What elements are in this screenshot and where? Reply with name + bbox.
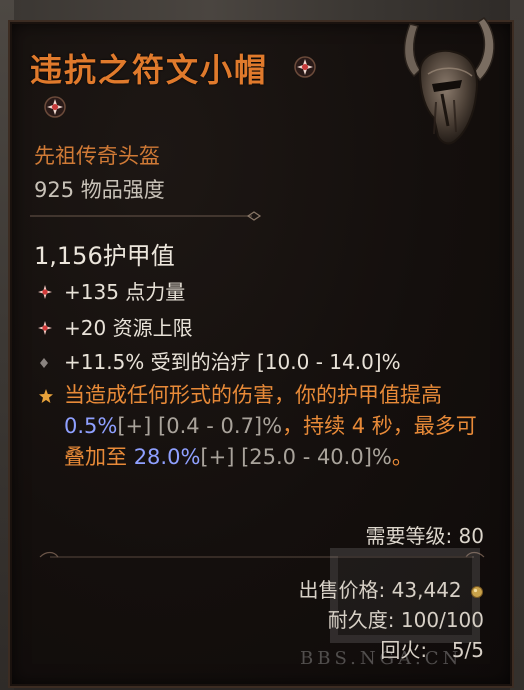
red-star-icon bbox=[38, 280, 64, 304]
aspect-value-1: 0.5% bbox=[64, 414, 118, 438]
affix-text: +135 点力量 bbox=[64, 280, 186, 304]
affix-text: +11.5% 受到的治疗 [10.0 - 14.0]% bbox=[64, 350, 401, 374]
aspect-value-2: 28.0% bbox=[133, 445, 201, 469]
durability-value: 100/100 bbox=[400, 608, 484, 632]
affix-line: +11.5% 受到的治疗 [10.0 - 14.0]% bbox=[38, 346, 401, 375]
required-level: 需要等级: 80 bbox=[365, 524, 484, 548]
affix-line: +135 点力量 bbox=[38, 276, 185, 305]
item-power: 925 物品强度 bbox=[34, 178, 165, 202]
sell-price: 出售价格: 43,442 bbox=[299, 574, 484, 604]
sell-price-value: 43,442 bbox=[391, 578, 462, 602]
armor-value: 1,156护甲值 bbox=[34, 242, 175, 270]
item-type: 先祖传奇头盔 bbox=[34, 144, 160, 168]
affix-line: +20 资源上限 bbox=[38, 312, 193, 341]
helm-icon bbox=[403, 17, 495, 145]
orange-star-icon bbox=[38, 382, 54, 413]
socket-gem-icon bbox=[44, 96, 66, 118]
affix-text: +20 资源上限 bbox=[64, 316, 193, 340]
durability-label: 耐久度: bbox=[327, 608, 395, 632]
gold-coin-icon bbox=[470, 580, 484, 604]
watermark: BBS.NGA.CN bbox=[300, 648, 463, 669]
aspect-range-2: [+] [25.0 - 40.0]% bbox=[200, 445, 392, 469]
divider bbox=[30, 211, 262, 221]
durability: 耐久度: 100/100 bbox=[328, 604, 484, 633]
red-star-icon bbox=[38, 316, 64, 340]
item-name: 违抗之符文小帽 bbox=[30, 51, 269, 89]
sell-price-label: 出售价格: bbox=[298, 578, 386, 602]
socket-gem-icon bbox=[294, 56, 316, 78]
grey-diamond-icon bbox=[38, 350, 64, 374]
aspect-range-1: [+] [0.4 - 0.7]% bbox=[117, 414, 283, 438]
aspect-text: 当造成任何形式的伤害，你的护甲值提高 0.5%[+] [0.4 - 0.7]%，… bbox=[64, 383, 477, 469]
